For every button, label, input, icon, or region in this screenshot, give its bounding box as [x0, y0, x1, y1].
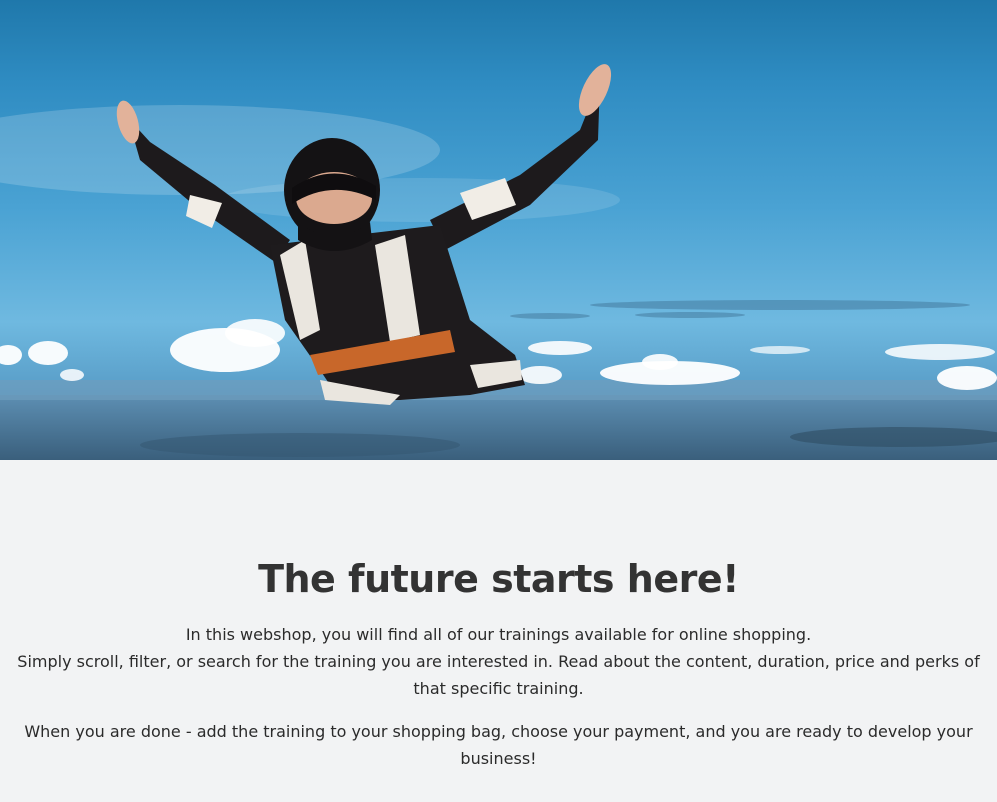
outro-paragraph: When you are done - add the training to …: [24, 722, 973, 768]
intro-line: Simply scroll, filter, or search for the…: [17, 652, 980, 698]
intro-paragraph: In this webshop, you will find all of ou…: [16, 621, 981, 702]
skydiver-hero-image: [0, 64, 997, 460]
page-title: The future starts here!: [258, 557, 739, 601]
hero-banner: [0, 0, 997, 460]
intro-section: The future starts here! In this webshop,…: [0, 460, 997, 802]
intro-line: In this webshop, you will find all of ou…: [185, 625, 812, 644]
